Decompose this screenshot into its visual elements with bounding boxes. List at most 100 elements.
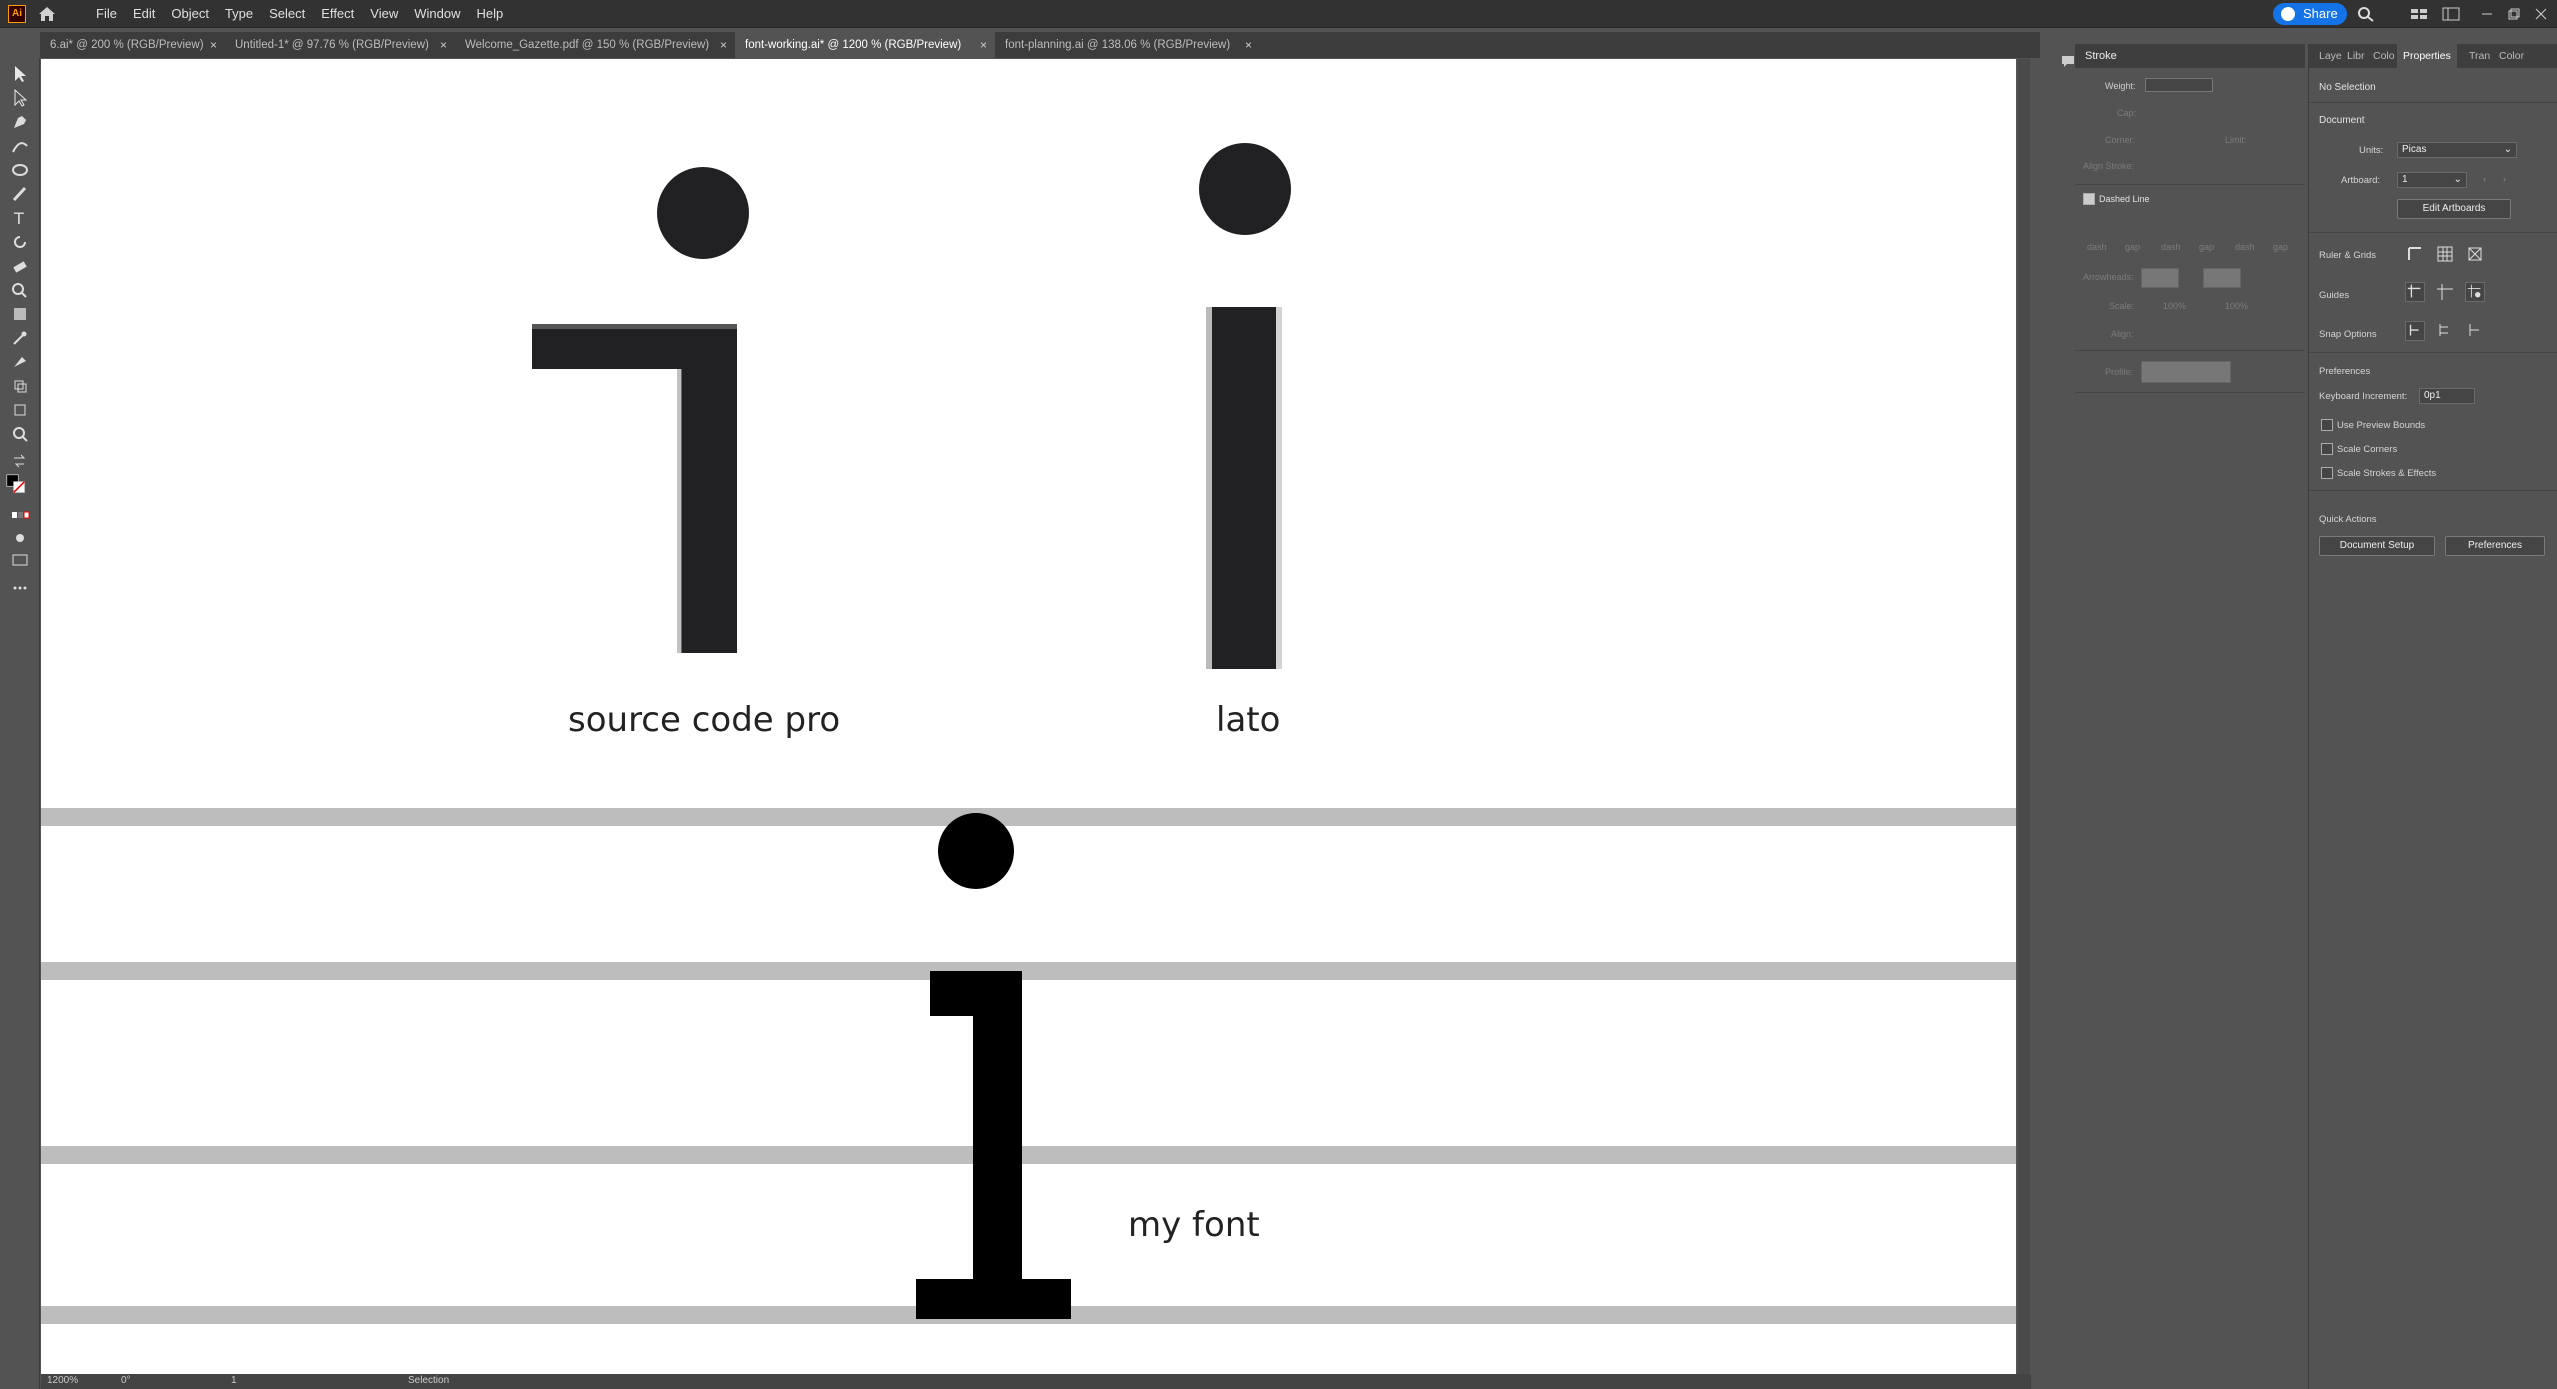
pixel-grid-icon[interactable] [2465, 244, 2485, 264]
menu-help[interactable]: Help [468, 0, 511, 28]
divider [2309, 232, 2557, 233]
weight-input[interactable] [2145, 78, 2213, 92]
direct-selection-tool-icon[interactable] [10, 88, 30, 108]
label-my-font[interactable]: my font [1128, 1205, 1260, 1245]
smart-guides-icon[interactable] [2465, 282, 2485, 302]
paintbrush-tool-icon[interactable] [10, 184, 30, 204]
lock-guides-icon[interactable] [2435, 282, 2455, 302]
menu-file[interactable]: File [88, 0, 125, 28]
artboard-select[interactable]: 1 ⌄ [2397, 172, 2467, 188]
tab-libraries[interactable]: Libr [2347, 44, 2365, 68]
menu-object[interactable]: Object [163, 0, 217, 28]
selection-tool-icon[interactable] [10, 64, 30, 84]
tab-color[interactable]: Color [2499, 44, 2524, 68]
eyedropper-tool-icon[interactable] [10, 328, 30, 348]
previous-artboard-icon[interactable]: ‹ [2483, 174, 2486, 185]
search-icon[interactable] [2357, 6, 2375, 22]
rotation-value[interactable]: 0° [121, 1375, 131, 1386]
artboard-navigator[interactable]: 1 [231, 1375, 237, 1386]
restore-icon[interactable] [2505, 6, 2523, 22]
ruler-icon[interactable] [2405, 244, 2425, 264]
next-artboard-icon[interactable]: › [2503, 174, 2506, 185]
units-select[interactable]: Picas ⌄ [2397, 142, 2517, 158]
zoom-level[interactable]: 1200% [47, 1375, 78, 1386]
rotate-tool-icon[interactable] [10, 232, 30, 252]
menu-window[interactable]: Window [406, 0, 468, 28]
share-button[interactable]: Share [2273, 3, 2347, 25]
artboard[interactable]: source code pro lato my font [41, 59, 2016, 1374]
menu-type[interactable]: Type [217, 0, 261, 28]
document-setup-button[interactable]: Document Setup [2319, 536, 2435, 556]
gap-label: gap [2125, 242, 2141, 252]
scale-strokes-checkbox[interactable] [2321, 467, 2333, 479]
tab-6-ai[interactable]: 6.ai* @ 200 % (RGB/Preview) × [40, 32, 225, 58]
current-tool-status[interactable]: Selection [408, 1375, 449, 1386]
comments-icon[interactable] [2061, 54, 2075, 68]
glyph-lato-i[interactable] [1199, 143, 1291, 669]
menu-select[interactable]: Select [261, 0, 313, 28]
selection-status: No Selection [2319, 82, 2376, 93]
guide-line [41, 808, 2016, 826]
curvature-tool-icon[interactable] [10, 136, 30, 156]
tab-properties[interactable]: Properties [2397, 44, 2457, 68]
screen-mode-icon[interactable] [10, 550, 30, 570]
limit-label: Limit: [2225, 135, 2247, 145]
glyph-source-code-pro-i[interactable] [532, 167, 749, 653]
swap-fill-stroke-icon[interactable] [10, 452, 30, 472]
dashed-line-checkbox[interactable] [2083, 193, 2095, 205]
tab-font-planning[interactable]: font-planning.ai @ 138.06 % (RGB/Preview… [995, 32, 1260, 58]
artboard-tool-icon[interactable] [10, 400, 30, 420]
label-source-code-pro[interactable]: source code pro [568, 700, 840, 740]
glyph-my-font-i[interactable] [916, 813, 1071, 1319]
fill-stroke-swatch-icon[interactable] [6, 474, 32, 500]
arrowhead-start-select[interactable] [2141, 268, 2179, 288]
keyboard-increment-input[interactable]: 0p1 [2419, 388, 2475, 404]
menu-edit[interactable]: Edit [125, 0, 163, 28]
snap-to-point-icon[interactable] [2405, 321, 2425, 341]
menu-view[interactable]: View [362, 0, 406, 28]
tab-layers[interactable]: Laye [2319, 44, 2342, 68]
color-mode-icon[interactable] [10, 506, 30, 526]
type-tool-icon[interactable]: T [10, 208, 30, 228]
scale-corners-checkbox[interactable] [2321, 443, 2333, 455]
more-tools-icon[interactable] [10, 578, 30, 598]
close-tab-icon[interactable]: × [980, 32, 987, 58]
symbol-sprayer-tool-icon[interactable] [10, 376, 30, 396]
use-preview-bounds-checkbox[interactable] [2321, 419, 2333, 431]
canvas-area[interactable]: source code pro lato my font [41, 59, 2016, 1374]
minimize-icon[interactable] [2478, 6, 2496, 22]
grid-icon[interactable] [2435, 244, 2455, 264]
arrange-documents-icon[interactable] [2410, 6, 2428, 22]
profile-select[interactable] [2141, 361, 2231, 383]
vertical-scrollbar[interactable] [2018, 59, 2030, 1374]
close-tab-icon[interactable]: × [1245, 32, 1252, 58]
close-tab-icon[interactable]: × [440, 32, 447, 58]
snap-to-pixel-icon[interactable] [2435, 321, 2455, 341]
draw-mode-icon[interactable] [10, 528, 30, 548]
preferences-button[interactable]: Preferences [2445, 536, 2545, 556]
tab-color-guide[interactable]: Colo [2373, 44, 2395, 68]
tab-welcome-gazette[interactable]: Welcome_Gazette.pdf @ 150 % (RGB/Preview… [455, 32, 735, 58]
guide-line [41, 1146, 2016, 1164]
close-tab-icon[interactable]: × [210, 32, 217, 58]
snap-to-glyph-icon[interactable] [2465, 321, 2485, 341]
close-icon[interactable] [2532, 6, 2550, 22]
home-icon[interactable] [38, 6, 56, 22]
workspace-icon[interactable] [2442, 6, 2460, 22]
ellipse-tool-icon[interactable] [10, 160, 30, 180]
shape-builder-tool-icon[interactable] [10, 280, 30, 300]
blend-tool-icon[interactable] [10, 352, 30, 372]
show-guides-icon[interactable] [2405, 282, 2425, 302]
tab-font-working[interactable]: font-working.ai* @ 1200 % (RGB/Preview) … [735, 32, 995, 58]
pen-tool-icon[interactable] [10, 112, 30, 132]
eraser-tool-icon[interactable] [10, 256, 30, 276]
tab-untitled-1[interactable]: Untitled-1* @ 97.76 % (RGB/Preview) × [225, 32, 455, 58]
label-lato[interactable]: lato [1216, 700, 1280, 740]
zoom-tool-icon[interactable] [10, 424, 30, 444]
close-tab-icon[interactable]: × [720, 32, 727, 58]
tab-transform[interactable]: Tran [2469, 44, 2490, 68]
arrowhead-end-select[interactable] [2203, 268, 2241, 288]
gradient-tool-icon[interactable] [10, 304, 30, 324]
edit-artboards-button[interactable]: Edit Artboards [2397, 199, 2511, 219]
menu-effect[interactable]: Effect [313, 0, 362, 28]
